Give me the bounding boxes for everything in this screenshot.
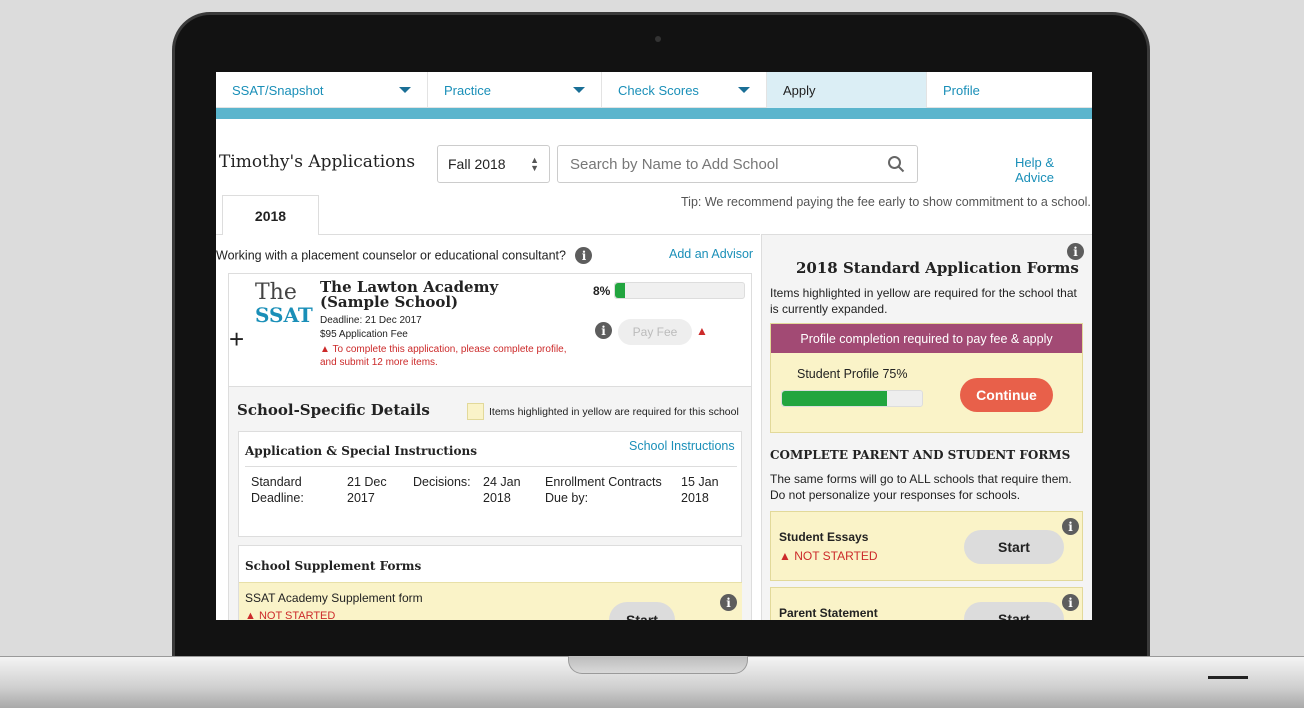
start-button[interactable]: Start — [964, 602, 1064, 620]
profile-banner: Profile completion required to pay fee &… — [771, 324, 1082, 353]
nav-item-apply[interactable]: Apply — [767, 72, 927, 108]
school-deadline: Deadline: 21 Dec 2017 — [320, 315, 422, 326]
nav-label: SSAT/Snapshot — [232, 82, 324, 98]
divider — [245, 466, 737, 467]
application-progress-bar — [614, 282, 745, 299]
ssat-logo-ssat: SSAT — [255, 303, 313, 327]
info-icon[interactable]: i — [595, 322, 612, 339]
nav-label: Apply — [783, 82, 816, 98]
nav-label: Profile — [943, 82, 980, 98]
instructions-title: Application & Special Instructions — [245, 444, 477, 458]
tip-text: Tip: We recommend paying the fee early t… — [681, 195, 1091, 209]
form-card-parent-statement: Parent Statement i Start — [770, 587, 1083, 620]
continue-button[interactable]: Continue — [960, 378, 1053, 412]
enrollment-value: 15 Jan 2018 — [681, 475, 719, 505]
laptop-indicator — [1208, 676, 1248, 679]
school-name: The Lawton Academy (Sample School) — [320, 278, 499, 311]
standard-deadline-value: 21 Dec 2017 — [347, 475, 387, 505]
profile-completion-box: Profile completion required to pay fee &… — [770, 323, 1083, 433]
supplement-start-button[interactable]: Start — [609, 602, 675, 620]
supplement-form-name: SSAT Academy Supplement form — [245, 591, 423, 605]
counselor-question: Working with a placement counselor or ed… — [216, 247, 593, 264]
nav-item-profile[interactable]: Profile — [927, 72, 1092, 108]
start-button[interactable]: Start — [964, 530, 1064, 564]
school-specific-details: School-Specific Details Items highlighte… — [228, 387, 752, 620]
standard-forms-desc: Items highlighted in yellow are required… — [770, 286, 1077, 316]
main-nav: SSAT/Snapshot Practice Check Scores Appl… — [216, 72, 1092, 108]
form-card-student-essays: Student Essays ▲ NOT STARTED i Start — [770, 511, 1083, 581]
form-name: Student Essays — [779, 530, 869, 544]
counselor-question-text: Working with a placement counselor or ed… — [216, 248, 566, 263]
application-progress-fill — [615, 283, 626, 298]
tab-2018[interactable]: 2018 — [222, 195, 319, 235]
student-profile-label: Student Profile 75% — [797, 367, 908, 381]
supplement-form-row: SSAT Academy Supplement form ▲ NOT START… — [239, 582, 742, 620]
nav-stripe — [216, 108, 1092, 119]
supplement-form-status: ▲ NOT STARTED — [245, 610, 336, 620]
search-icon[interactable] — [887, 155, 905, 173]
nav-label: Practice — [444, 82, 491, 98]
decisions-value: 24 Jan 2018 — [483, 475, 521, 505]
screen: SSAT/Snapshot Practice Check Scores Appl… — [216, 72, 1092, 620]
nav-item-ssat-snapshot[interactable]: SSAT/Snapshot — [216, 72, 428, 108]
nav-item-practice[interactable]: Practice — [428, 72, 602, 108]
application-fee: $95 Application Fee — [320, 329, 408, 340]
yellow-legend-swatch — [467, 403, 484, 420]
school-search-input[interactable]: Search by Name to Add School — [557, 145, 918, 183]
info-icon[interactable]: i — [1062, 518, 1079, 535]
search-placeholder: Search by Name to Add School — [570, 155, 779, 173]
supplement-forms-card: School Supplement Forms SSAT Academy Sup… — [238, 545, 742, 620]
nav-item-check-scores[interactable]: Check Scores — [602, 72, 767, 108]
standard-forms-title: 2018 Standard Application Forms — [796, 259, 1079, 277]
applications-panel: Working with a placement counselor or ed… — [216, 234, 760, 620]
standard-forms-panel: i 2018 Standard Application Forms Items … — [761, 234, 1092, 620]
forms-heading: COMPLETE PARENT AND STUDENT FORMS — [770, 448, 1071, 462]
enrollment-label: Enrollment Contracts Due by: — [545, 475, 662, 505]
select-arrows-icon: ▲ ▼ — [530, 155, 539, 173]
laptop-notch — [568, 656, 748, 674]
completion-warning: ▲ To complete this application, please c… — [320, 344, 567, 368]
school-card[interactable]: The SSAT + The Lawton Academy (Sample Sc… — [228, 273, 752, 387]
info-icon[interactable]: i — [1062, 594, 1079, 611]
decisions-label: Decisions: — [413, 475, 471, 489]
supplement-title: School Supplement Forms — [245, 559, 422, 573]
chevron-down-icon — [738, 87, 750, 93]
pay-fee-button[interactable]: Pay Fee — [618, 319, 692, 345]
profile-progress-fill — [782, 391, 887, 406]
info-icon[interactable]: i — [575, 247, 593, 264]
add-advisor-link[interactable]: Add an Advisor — [669, 247, 753, 261]
help-advice-link[interactable]: Help & Advice — [1015, 155, 1092, 185]
chevron-down-icon — [573, 87, 585, 93]
page-title: Timothy's Applications — [219, 152, 416, 172]
info-icon[interactable]: i — [720, 594, 737, 611]
profile-progress-bar — [781, 390, 923, 407]
yellow-legend-text: Items highlighted in yellow are required… — [489, 406, 739, 418]
term-select-value: Fall 2018 — [448, 156, 506, 172]
instructions-card: Application & Special Instructions Schoo… — [238, 431, 742, 537]
alert-icon: ▲ — [696, 324, 708, 338]
ssat-logo-the: The — [255, 280, 297, 305]
standard-deadline-label: Standard Deadline: — [251, 475, 304, 505]
webcam — [655, 36, 661, 42]
info-icon[interactable]: i — [1067, 243, 1084, 260]
forms-note: The same forms will go to ALL schools th… — [770, 472, 1072, 502]
expand-plus-icon[interactable]: + — [229, 324, 244, 355]
school-instructions-link[interactable]: School Instructions — [629, 439, 735, 453]
term-select[interactable]: Fall 2018 ▲ ▼ — [437, 145, 550, 183]
form-status: ▲ NOT STARTED — [779, 549, 878, 563]
chevron-down-icon — [399, 87, 411, 93]
details-title: School-Specific Details — [237, 401, 430, 419]
form-name: Parent Statement — [779, 606, 878, 620]
progress-percent: 8% — [593, 284, 611, 298]
nav-label: Check Scores — [618, 82, 699, 98]
